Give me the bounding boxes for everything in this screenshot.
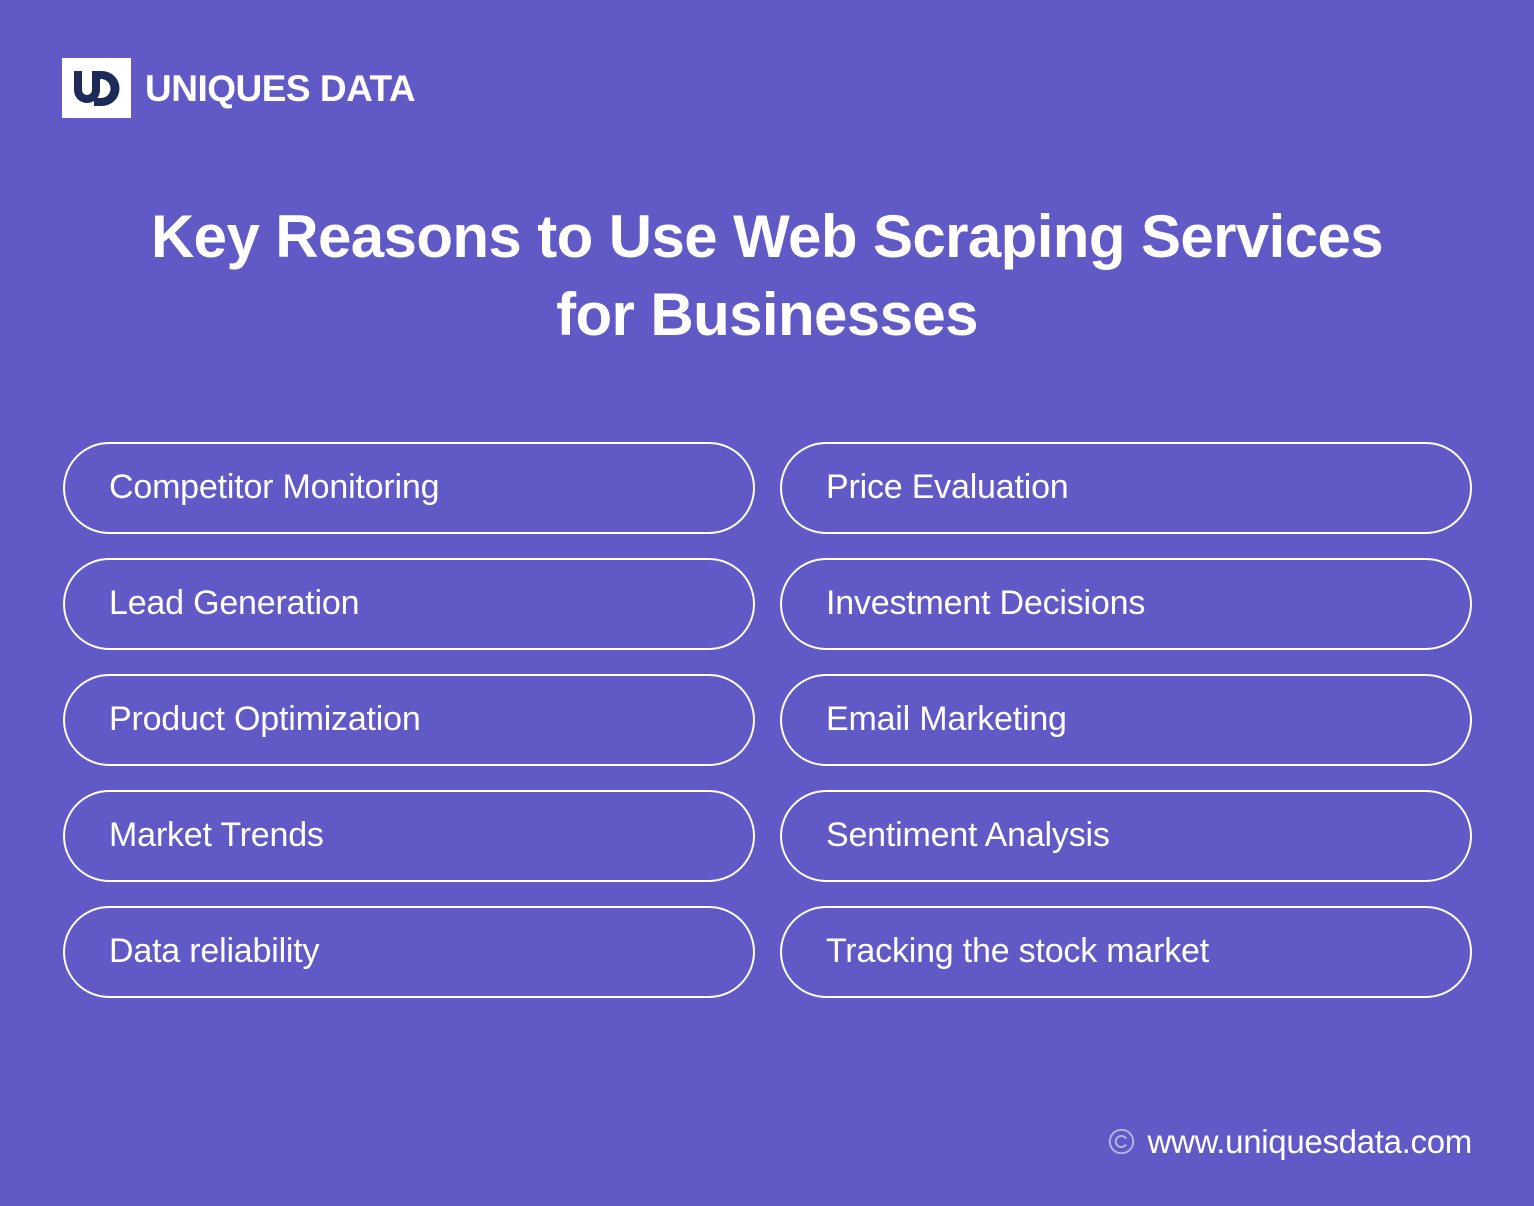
list-item[interactable]: Price Evaluation <box>780 442 1472 534</box>
list-item[interactable]: Competitor Monitoring <box>63 442 755 534</box>
page-title: Key Reasons to Use Web Scraping Services… <box>90 198 1444 354</box>
brand-logo: UNIQUES DATA <box>62 58 416 118</box>
list-item[interactable]: Data reliability <box>63 906 755 998</box>
list-item-label: Market Trends <box>109 816 324 855</box>
list-item[interactable]: Tracking the stock market <box>780 906 1472 998</box>
list-item-label: Tracking the stock market <box>826 932 1209 971</box>
list-item-label: Email Marketing <box>826 700 1067 739</box>
list-item-label: Price Evaluation <box>826 468 1069 507</box>
list-item-label: Product Optimization <box>109 700 421 739</box>
reasons-list: Competitor Monitoring Lead Generation Pr… <box>63 442 1472 998</box>
list-item[interactable]: Market Trends <box>63 790 755 882</box>
page-title-line-2: for Businesses <box>556 281 978 348</box>
infographic-poster: UNIQUES DATA Key Reasons to Use Web Scra… <box>0 0 1534 1206</box>
list-item-label: Competitor Monitoring <box>109 468 440 507</box>
list-item-label: Investment Decisions <box>826 584 1146 623</box>
list-item[interactable]: Product Optimization <box>63 674 755 766</box>
list-item[interactable]: Investment Decisions <box>780 558 1472 650</box>
list-item[interactable]: Sentiment Analysis <box>780 790 1472 882</box>
footer: www.uniquesdata.com <box>1108 1125 1472 1158</box>
list-item-label: Data reliability <box>109 932 320 971</box>
ud-monogram-icon <box>62 58 131 118</box>
copyright-icon <box>1108 1128 1135 1155</box>
list-item[interactable]: Lead Generation <box>63 558 755 650</box>
brand-name: UNIQUES DATA <box>145 67 416 109</box>
page-title-line-1: Key Reasons to Use Web Scraping Services <box>150 203 1384 270</box>
list-item[interactable]: Email Marketing <box>780 674 1472 766</box>
website-url: www.uniquesdata.com <box>1147 1123 1473 1160</box>
list-item-label: Lead Generation <box>109 584 360 623</box>
list-item-label: Sentiment Analysis <box>826 816 1110 855</box>
